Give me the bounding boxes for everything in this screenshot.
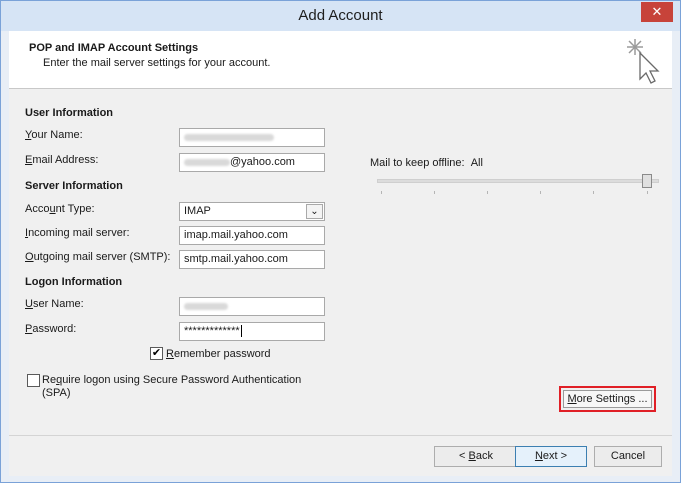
user-information-heading: User Information — [25, 107, 114, 119]
slider-tick — [647, 191, 648, 194]
more-settings-highlight: More Settings ... — [559, 386, 656, 412]
settings-panel: User Information Your Name: Email Addres… — [9, 89, 672, 435]
window-title: Add Account — [298, 7, 383, 24]
incoming-server-field[interactable]: imap.mail.yahoo.com — [179, 226, 325, 245]
your-name-label: Your Name: — [25, 129, 83, 141]
offline-slider-thumb[interactable] — [642, 174, 652, 188]
spa-label[interactable]: Require logon using Secure Password Auth… — [42, 374, 301, 400]
slider-tick — [487, 191, 488, 194]
user-name-label: User Name: — [25, 298, 84, 310]
offline-slider-track[interactable] — [377, 179, 659, 183]
more-settings-button[interactable]: More Settings ... — [563, 390, 652, 408]
email-address-label: Email Address: — [25, 154, 99, 166]
redacted-text — [184, 302, 228, 310]
dialog-footer: < Back Next > Cancel — [9, 435, 672, 476]
account-type-dropdown[interactable]: IMAP ⌄ — [179, 202, 325, 221]
header-subtitle: Enter the mail server settings for your … — [43, 57, 271, 69]
password-label: Password: — [25, 323, 77, 335]
chevron-down-icon[interactable]: ⌄ — [306, 204, 323, 219]
email-address-field[interactable]: @yahoo.com — [179, 153, 325, 172]
outgoing-server-field[interactable]: smtp.mail.yahoo.com — [179, 250, 325, 269]
cancel-button[interactable]: Cancel — [594, 446, 662, 467]
user-name-field[interactable] — [179, 297, 325, 316]
mail-offline-value: All — [470, 157, 483, 169]
back-button[interactable]: < Back — [434, 446, 518, 467]
add-account-dialog: Add Account ✕ POP and IMAP Account Setti… — [0, 0, 681, 483]
your-name-field[interactable] — [179, 128, 325, 147]
logon-information-heading: Logon Information — [25, 276, 123, 288]
header-title: POP and IMAP Account Settings — [29, 42, 199, 54]
next-button[interactable]: Next > — [515, 446, 587, 467]
wizard-cursor-icon — [627, 39, 660, 84]
slider-tick — [593, 191, 594, 194]
account-type-label: Account Type: — [25, 203, 95, 215]
outgoing-server-label: Outgoing mail server (SMTP): — [25, 251, 171, 263]
remember-password-label[interactable]: Remember password — [166, 348, 271, 360]
title-bar: Add Account ✕ — [1, 1, 680, 31]
mail-offline-label: Mail to keep offline: All — [370, 157, 483, 169]
remember-password-checkbox[interactable]: ✔ — [150, 347, 163, 360]
close-button[interactable]: ✕ — [641, 2, 673, 22]
spa-checkbox[interactable] — [27, 374, 40, 387]
server-information-heading: Server Information — [25, 180, 123, 192]
dialog-header: POP and IMAP Account Settings Enter the … — [9, 31, 672, 89]
redacted-text — [184, 158, 230, 166]
redacted-text — [184, 133, 274, 141]
slider-tick — [381, 191, 382, 194]
slider-tick — [434, 191, 435, 194]
incoming-server-label: Incoming mail server: — [25, 227, 130, 239]
slider-tick — [540, 191, 541, 194]
password-field[interactable]: ************* — [179, 322, 325, 341]
